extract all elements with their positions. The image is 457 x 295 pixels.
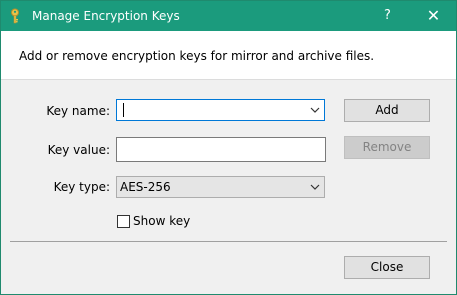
close-window-button[interactable]: ✕ — [411, 1, 456, 31]
key-name-combobox[interactable] — [116, 99, 325, 121]
key-value-field[interactable] — [116, 137, 326, 162]
manage-encryption-keys-dialog: Manage Encryption Keys ? ✕ Add or remove… — [0, 0, 457, 295]
footer-divider — [10, 241, 447, 242]
show-key-checkbox[interactable] — [117, 215, 130, 228]
chevron-down-icon — [306, 177, 324, 197]
chevron-down-icon[interactable] — [306, 100, 324, 120]
add-button[interactable]: Add — [344, 99, 430, 122]
key-type-label: Key type: — [53, 180, 110, 194]
key-icon — [8, 8, 22, 24]
text-caret — [123, 103, 124, 117]
help-button[interactable]: ? — [365, 1, 410, 31]
remove-button[interactable]: Remove — [344, 136, 430, 159]
description-panel: Add or remove encryption keys for mirror… — [1, 31, 456, 79]
close-button[interactable]: Close — [344, 256, 430, 279]
show-key-label[interactable]: Show key — [133, 214, 190, 228]
key-value-label: Key value: — [47, 143, 110, 157]
key-name-label: Key name: — [46, 104, 110, 118]
key-type-select[interactable]: AES-256 — [116, 176, 325, 198]
window-title: Manage Encryption Keys — [32, 9, 180, 23]
key-type-value: AES-256 — [120, 180, 171, 194]
description-text: Add or remove encryption keys for mirror… — [19, 49, 375, 63]
title-bar[interactable]: Manage Encryption Keys ? ✕ — [1, 1, 456, 31]
header-divider — [1, 79, 456, 80]
